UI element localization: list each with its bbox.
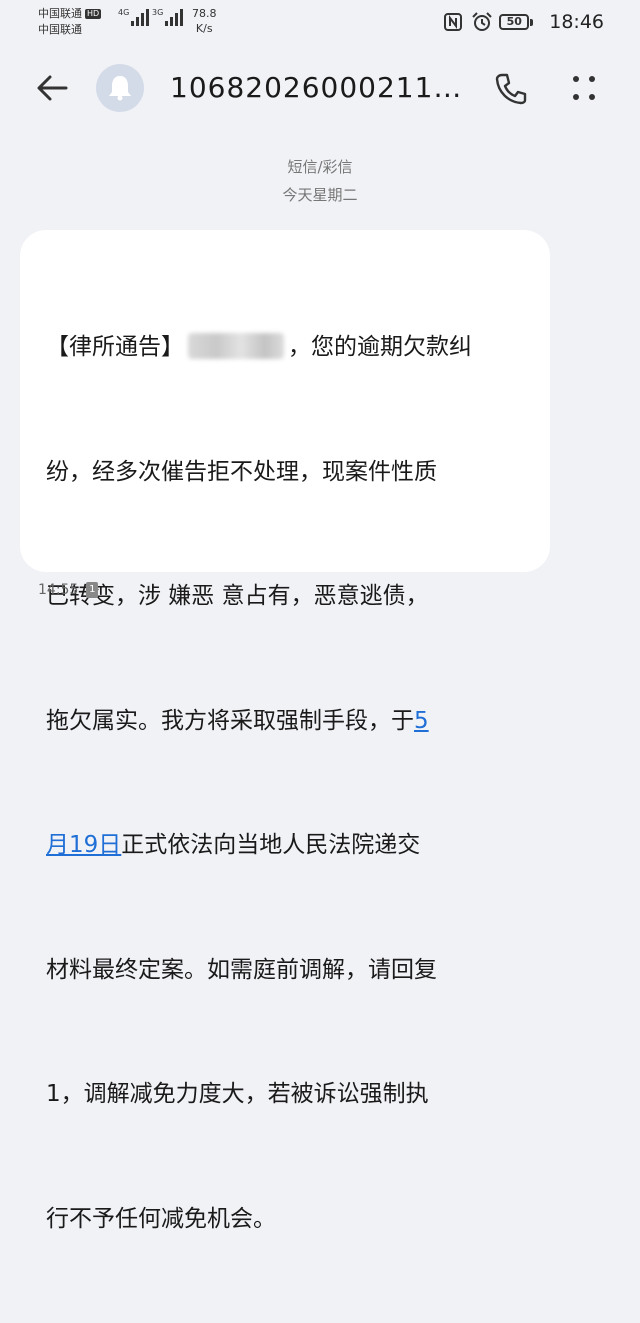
sender-number: 106820260002119...	[170, 71, 470, 104]
battery-level: 50	[499, 14, 530, 30]
bell-icon	[109, 76, 131, 101]
message-line: 月19日正式依法向当地人民法院递交	[46, 832, 421, 858]
carrier-2: 中国联通	[38, 23, 82, 36]
signal-bars-icon	[165, 8, 184, 26]
carrier-1: 中国联通	[38, 7, 82, 20]
signal-1: 4G	[118, 8, 150, 26]
redacted-name	[188, 332, 284, 359]
more-options-button[interactable]	[566, 70, 602, 106]
alarm-icon	[471, 12, 492, 32]
more-vertical-icon	[573, 76, 595, 100]
message-line: 材料最终定案。如需庭前调解，请回复	[46, 956, 437, 983]
conversation-header: 106820260002119...	[0, 58, 640, 118]
carrier-info: 中国联通 HD 中国联通	[38, 6, 102, 38]
date-link[interactable]: 月19日	[46, 832, 121, 858]
message-bubble[interactable]: 【律所通告】 ，您的逾期欠款纠 纷，经多次催告拒不处理，现案件性质 已转变，涉 嫌…	[20, 230, 550, 1232]
back-arrow-icon	[37, 75, 68, 101]
message-text: 【律所通告】 ，您的逾期欠款纠 纷，经多次催告拒不处理，现案件性质 已转变，涉 嫌…	[46, 244, 532, 1323]
signal-2: 3G	[152, 8, 184, 26]
speed-value: 78.8	[192, 7, 217, 20]
message-line: 1，调解减免力度大，若被诉讼强制执	[46, 1081, 429, 1107]
battery-icon: 50	[499, 14, 534, 30]
status-right: 50 18:46	[443, 8, 604, 36]
signal-bars-icon	[131, 8, 150, 26]
message-line: 纷，经多次催告拒不处理，现案件性质	[46, 458, 437, 485]
message-line: 【律所通告】 ，您的逾期欠款纠	[46, 332, 472, 360]
speed-unit: K/s	[195, 22, 213, 35]
network-type-1: 4G	[118, 8, 130, 17]
network-speed: 78.8 K/s	[192, 6, 217, 36]
message-line: 拖欠属实。我方将采取强制手段，于5	[46, 707, 429, 734]
message-time: 14:55	[38, 582, 79, 598]
message-meta: 14:55 1	[38, 582, 99, 598]
sim-card-icon: 1	[86, 582, 99, 598]
status-bar: 中国联通 HD 中国联通 4G 3G 78.8 K/s 50 18:46	[0, 0, 640, 46]
nfc-icon	[443, 12, 463, 32]
phone-icon	[495, 73, 527, 105]
conversation-date: 今天星期二	[282, 186, 358, 204]
date-link[interactable]: 5	[414, 708, 429, 734]
back-button[interactable]	[34, 70, 70, 106]
message-line: 已转变，涉 嫌恶 意占有，恶意逃债，	[46, 583, 429, 609]
message-line: 行不予任何减免机会。	[46, 1205, 276, 1232]
network-type-2: 3G	[152, 8, 164, 17]
call-button[interactable]	[494, 72, 528, 106]
status-clock: 18:46	[549, 11, 604, 33]
hd-badge: HD	[85, 9, 102, 19]
avatar[interactable]	[96, 64, 144, 112]
message-type-label: 短信/彩信	[287, 158, 353, 176]
